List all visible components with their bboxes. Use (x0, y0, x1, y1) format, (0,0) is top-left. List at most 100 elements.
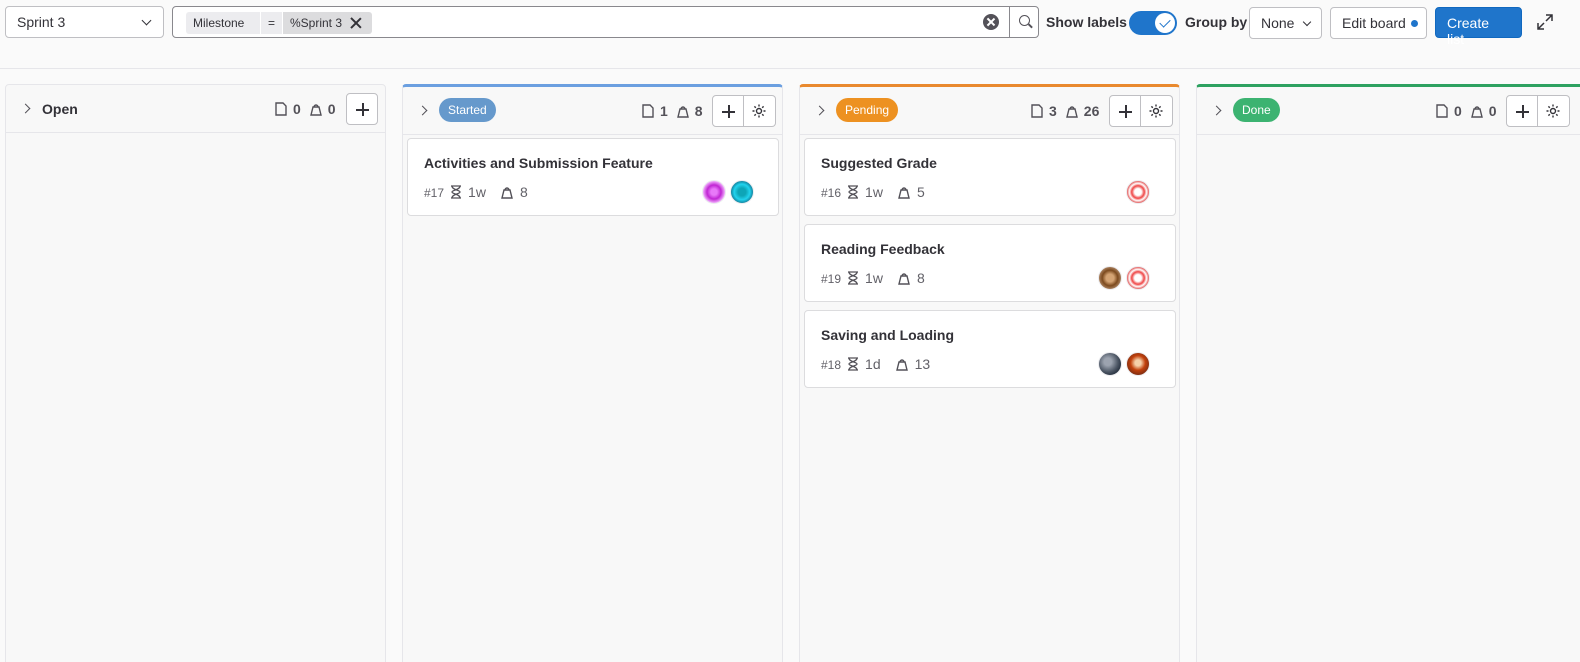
notification-dot-icon (1411, 20, 1418, 27)
filter-token-operator[interactable]: = (260, 12, 282, 34)
hourglass-icon (848, 271, 859, 285)
list-counts: 3 26 (1030, 103, 1099, 119)
weight-icon (895, 359, 908, 371)
issue-reference: #16 (821, 186, 842, 200)
board-selector[interactable]: Sprint 3 (5, 6, 164, 38)
create-list-button[interactable]: Create list (1435, 7, 1522, 47)
issue-title[interactable]: Activities and Submission Feature (424, 155, 653, 171)
time-estimate: 1d (865, 356, 881, 372)
filter-token-value-text: %Sprint 3 (290, 16, 343, 30)
clear-filter-icon[interactable] (983, 14, 999, 30)
list-label-pill: Pending (836, 98, 899, 122)
add-issue-button[interactable] (1506, 95, 1538, 127)
list-header: Open 00 (6, 85, 385, 133)
filter-token-key[interactable]: Milestone (186, 12, 260, 34)
issue-title[interactable]: Suggested Grade (821, 155, 937, 171)
assignee-avatar[interactable] (730, 180, 754, 204)
time-estimate: 1w (865, 270, 883, 286)
show-labels-toggle[interactable] (1129, 11, 1177, 35)
issues-icon (1031, 104, 1043, 118)
list-counts: 18 (641, 103, 703, 119)
list-header: Done 00 (1197, 87, 1580, 135)
search-button[interactable] (1009, 6, 1040, 38)
list-title: Open (42, 101, 78, 117)
issues-icon (275, 102, 287, 116)
assignee-avatar[interactable] (1098, 266, 1122, 290)
list-label-pill: Done (1233, 98, 1280, 122)
issue-card[interactable]: Reading Feedback #19 1w 8 (804, 224, 1176, 302)
issue-meta: #18 1d 13 (821, 356, 930, 372)
board-list-started: Started 18 Activities and Submission Fea… (402, 84, 783, 662)
issue-reference: #19 (821, 272, 842, 286)
weight-icon (898, 187, 910, 199)
hourglass-icon (848, 185, 859, 199)
weight-icon (501, 187, 513, 199)
assignee-avatar[interactable] (1126, 180, 1150, 204)
issue-reference: #18 (821, 358, 842, 372)
expand-fullscreen-icon[interactable] (1535, 12, 1555, 32)
group-by-dropdown[interactable]: None (1249, 7, 1322, 39)
gear-icon (1546, 104, 1560, 118)
edit-board-label: Edit board (1342, 15, 1406, 31)
list-settings-button[interactable] (744, 95, 776, 127)
weight-icon (898, 273, 910, 285)
issue-meta: #16 1w 5 (821, 184, 925, 200)
list-label-pill: Started (439, 98, 496, 122)
chevron-down-icon (1302, 17, 1312, 27)
time-estimate: 1w (865, 184, 883, 200)
add-issue-button[interactable] (346, 93, 378, 125)
time-estimate: 1w (468, 184, 486, 200)
chevron-right-icon[interactable] (417, 105, 428, 116)
hourglass-icon (451, 185, 462, 199)
board-list-open: Open 00 (5, 84, 386, 662)
weight-icon (1065, 106, 1078, 118)
group-by-value: None (1261, 15, 1295, 31)
list-counts: 00 (274, 101, 336, 117)
issue-title[interactable]: Reading Feedback (821, 241, 945, 257)
list-header: Started 18 (403, 87, 782, 135)
chevron-right-icon[interactable] (20, 103, 31, 114)
remove-token-icon[interactable] (348, 15, 364, 31)
issue-meta: #17 1w 8 (424, 184, 528, 200)
list-header: Pending 3 26 (800, 87, 1179, 135)
chevron-right-icon[interactable] (814, 105, 825, 116)
issues-icon (1436, 104, 1448, 118)
issue-weight: 8 (916, 270, 925, 286)
board-selector-label: Sprint 3 (17, 14, 66, 30)
group-by-label: Group by (1185, 14, 1248, 30)
board-toolbar: Sprint 3 Milestone = %Sprint 3 Show labe… (0, 0, 1580, 69)
edit-board-button[interactable]: Edit board (1330, 7, 1427, 39)
list-settings-button[interactable] (1538, 95, 1570, 127)
issue-weight: 5 (916, 184, 925, 200)
assignee-avatar[interactable] (1126, 266, 1150, 290)
issues-icon (642, 104, 654, 118)
list-counts: 00 (1435, 103, 1497, 119)
board-list-done: Done 00 (1196, 84, 1580, 662)
filter-search-bar[interactable]: Milestone = %Sprint 3 (172, 6, 1039, 38)
issue-card[interactable]: Saving and Loading #18 1d 13 (804, 310, 1176, 388)
board-list-pending: Pending 3 26 Suggested Grade #16 1w 5 Readi… (799, 84, 1180, 662)
add-issue-button[interactable] (1109, 95, 1141, 127)
weight-icon (676, 106, 689, 118)
chevron-right-icon[interactable] (1211, 105, 1222, 116)
issue-reference: #17 (424, 186, 445, 200)
issue-card[interactable]: Suggested Grade #16 1w 5 (804, 138, 1176, 216)
issue-weight: 13 (914, 356, 931, 372)
weight-icon (1470, 106, 1483, 118)
issue-title[interactable]: Saving and Loading (821, 327, 954, 343)
add-issue-button[interactable] (712, 95, 744, 127)
hourglass-icon (848, 357, 859, 371)
assignee-avatar[interactable] (1126, 352, 1150, 376)
check-icon (1155, 13, 1175, 33)
issue-weight: 8 (519, 184, 528, 200)
chevron-down-icon (141, 15, 152, 26)
issue-meta: #19 1w 8 (821, 270, 925, 286)
gear-icon (1149, 104, 1163, 118)
issue-card[interactable]: Activities and Submission Feature #17 1w 8 (407, 138, 779, 216)
list-settings-button[interactable] (1141, 95, 1173, 127)
gear-icon (752, 104, 766, 118)
weight-icon (309, 104, 322, 116)
assignee-avatar[interactable] (1098, 352, 1122, 376)
assignee-avatar[interactable] (702, 180, 726, 204)
show-labels-label: Show labels (1046, 14, 1127, 30)
